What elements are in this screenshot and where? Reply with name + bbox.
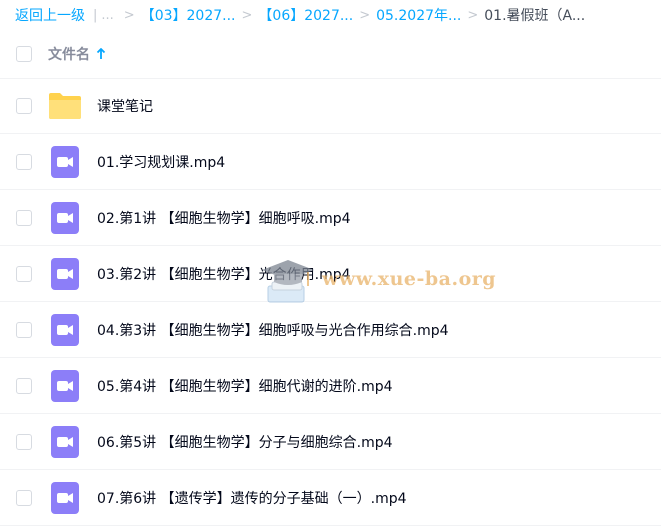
- breadcrumb-ellipsis[interactable]: ...: [101, 8, 113, 23]
- video-file-icon: [48, 201, 82, 235]
- row-checkbox[interactable]: [16, 489, 32, 506]
- file-name[interactable]: 07.第6讲 【遗传学】遗传的分子基础（一）.mp4: [97, 488, 407, 508]
- video-file-icon: [48, 369, 82, 403]
- video-file-icon: [48, 257, 82, 291]
- video-file-icon: [48, 313, 82, 347]
- file-row[interactable]: 02.第1讲 【细胞生物学】细胞呼吸.mp4: [0, 190, 661, 246]
- row-checkbox[interactable]: [16, 433, 32, 450]
- breadcrumb-item-05[interactable]: 05.2027年...: [376, 5, 461, 25]
- breadcrumb-item-06[interactable]: 【06】2027...: [258, 5, 353, 25]
- file-row[interactable]: 06.第5讲 【细胞生物学】分子与细胞综合.mp4: [0, 414, 661, 470]
- file-name-column-header[interactable]: 文件名: [48, 44, 106, 64]
- breadcrumb-divider: |: [93, 7, 98, 23]
- chevron-right-icon: >: [241, 7, 253, 23]
- file-row[interactable]: 01.学习规划课.mp4: [0, 134, 661, 190]
- file-row[interactable]: 07.第6讲 【遗传学】遗传的分子基础（一）.mp4: [0, 470, 661, 526]
- row-checkbox[interactable]: [16, 321, 32, 338]
- row-checkbox[interactable]: [16, 209, 32, 226]
- file-row[interactable]: 04.第3讲 【细胞生物学】细胞呼吸与光合作用综合.mp4: [0, 302, 661, 358]
- file-row[interactable]: 课堂笔记: [0, 78, 661, 134]
- file-name[interactable]: 03.第2讲 【细胞生物学】光合作用.mp4: [97, 264, 351, 284]
- file-name[interactable]: 06.第5讲 【细胞生物学】分子与细胞综合.mp4: [97, 432, 393, 452]
- row-checkbox[interactable]: [16, 153, 32, 170]
- row-checkbox[interactable]: [16, 265, 32, 282]
- file-name[interactable]: 课堂笔记: [97, 96, 153, 116]
- row-checkbox[interactable]: [16, 97, 32, 114]
- chevron-right-icon: >: [467, 7, 479, 23]
- breadcrumb-item-03[interactable]: 【03】2027...: [141, 5, 236, 25]
- back-link[interactable]: 返回上一级: [15, 5, 85, 25]
- file-name[interactable]: 02.第1讲 【细胞生物学】细胞呼吸.mp4: [97, 208, 351, 228]
- breadcrumb: 返回上一级 | ... > 【03】2027... > 【06】2027... …: [15, 0, 585, 30]
- file-name[interactable]: 05.第4讲 【细胞生物学】细胞代谢的进阶.mp4: [97, 376, 393, 396]
- file-name[interactable]: 04.第3讲 【细胞生物学】细胞呼吸与光合作用综合.mp4: [97, 320, 449, 340]
- file-list-header: 文件名: [0, 30, 661, 79]
- file-row[interactable]: 05.第4讲 【细胞生物学】细胞代谢的进阶.mp4: [0, 358, 661, 414]
- row-checkbox[interactable]: [16, 377, 32, 394]
- select-all-checkbox[interactable]: [16, 46, 32, 62]
- file-name-column-label: 文件名: [48, 47, 90, 63]
- video-file-icon: [48, 481, 82, 515]
- chevron-right-icon: >: [123, 7, 135, 23]
- sort-ascending-icon: [96, 48, 106, 59]
- file-name[interactable]: 01.学习规划课.mp4: [97, 152, 225, 172]
- file-row[interactable]: 03.第2讲 【细胞生物学】光合作用.mp4: [0, 246, 661, 302]
- folder-icon: [48, 89, 82, 123]
- breadcrumb-current: 01.暑假班（A...: [484, 8, 586, 24]
- video-file-icon: [48, 145, 82, 179]
- chevron-right-icon: >: [359, 7, 371, 23]
- video-file-icon: [48, 425, 82, 459]
